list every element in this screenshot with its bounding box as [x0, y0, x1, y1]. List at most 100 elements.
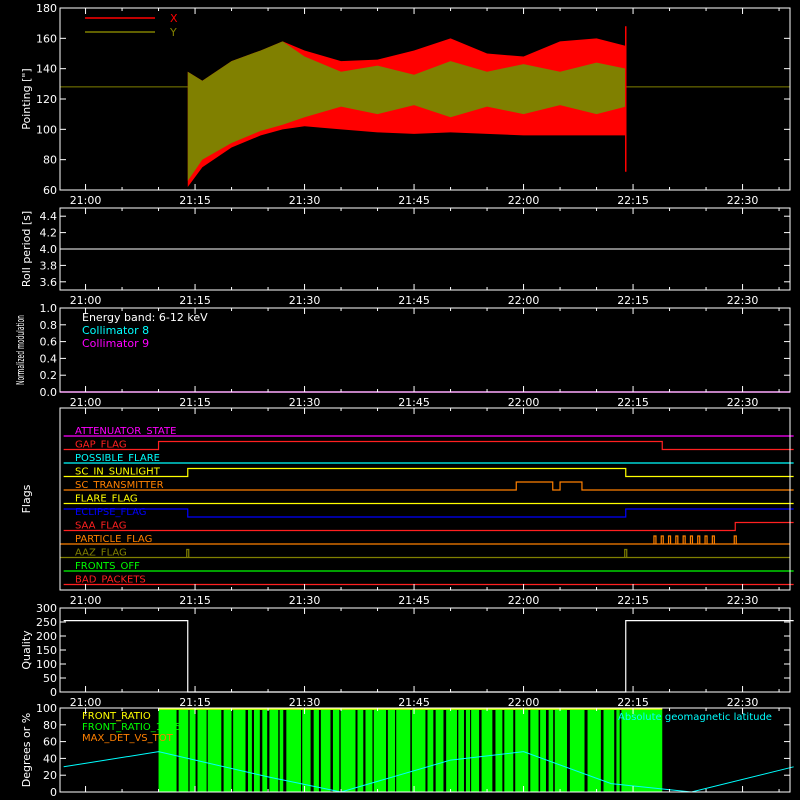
front-ratio-gap: [386, 710, 388, 792]
front-ratio-gap: [267, 710, 270, 792]
x-tick-label: 22:30: [727, 594, 759, 607]
x-tick-label: 21:30: [289, 294, 321, 307]
x-tick-label: 22:15: [617, 194, 649, 207]
y-tick-label: 100: [36, 658, 57, 671]
x-tick-label: 21:00: [70, 294, 102, 307]
x-tick-label: 22:00: [508, 696, 540, 709]
y-tick-label: 150: [36, 644, 57, 657]
x-tick-label: 21:30: [289, 396, 321, 409]
front-ratio-gap: [188, 710, 190, 792]
legend-label-x: X: [170, 12, 178, 25]
y-tick-label: 100: [36, 702, 57, 715]
y-tick-label: 0.6: [40, 336, 58, 349]
front-ratio-gap: [372, 710, 374, 792]
front-ratio-gap: [470, 710, 472, 792]
y-tick-label: 140: [36, 63, 57, 76]
front-ratio-gap: [330, 710, 333, 792]
x-tick-label: 21:45: [398, 294, 430, 307]
front-ratio-gap: [318, 710, 321, 792]
front-ratio-gap: [310, 710, 314, 792]
front-ratio-gap: [221, 710, 224, 792]
front-ratio-gap: [513, 710, 516, 792]
x-tick-label: 21:45: [398, 396, 430, 409]
front-ratio-gap: [528, 710, 531, 792]
y-tick-label: 0.0: [40, 386, 58, 399]
front-ratio-gap: [502, 710, 505, 792]
front-ratio-gap: [614, 710, 617, 792]
x-tick-label: 22:30: [727, 194, 759, 207]
front-ratio-gap: [339, 710, 341, 792]
y-tick-label: 3.6: [40, 276, 58, 289]
x-tick-label: 21:15: [179, 696, 211, 709]
flag-label-possible-flare: POSSIBLE_FLARE: [75, 453, 160, 464]
front-ratio-gap: [566, 710, 570, 792]
front-ratio-gap: [410, 710, 412, 792]
y-tick-label: 250: [36, 616, 57, 629]
y-tick-label: 4.0: [40, 243, 58, 256]
y-axis-label: Normalized modulation: [14, 315, 27, 385]
x-tick-label: 21:00: [70, 194, 102, 207]
y-tick-label: 0: [50, 686, 57, 699]
y-tick-label: 180: [36, 2, 57, 15]
front-ratio-gap: [425, 710, 428, 792]
front-ratio-gap: [259, 710, 263, 792]
y-tick-label: 200: [36, 630, 57, 643]
x-tick-label: 22:00: [508, 294, 540, 307]
y-tick-label: 1.0: [40, 302, 58, 315]
y-tick-label: 40: [43, 752, 57, 765]
latitude-annotation: Absolute geomagnetic latitude: [618, 712, 772, 723]
x-tick-label: 21:15: [179, 194, 211, 207]
y-tick-label: 60: [43, 184, 57, 197]
modulation-annotation: Collimator 9: [82, 337, 149, 350]
front-ratio-gap: [538, 710, 541, 792]
y-tick-label: 0: [50, 786, 57, 799]
x-tick-label: 21:00: [70, 696, 102, 709]
x-tick-label: 21:45: [398, 696, 430, 709]
y-axis-label: Pointing ["]: [20, 68, 33, 129]
front-ratio-gap: [251, 710, 255, 792]
front-ratio-gap: [231, 710, 234, 792]
x-tick-label: 21:45: [398, 194, 430, 207]
y-axis-label: Quality: [20, 630, 33, 670]
x-tick-label: 21:15: [179, 396, 211, 409]
modulation-annotation: Collimator 8: [82, 324, 149, 337]
x-tick-label: 21:15: [179, 294, 211, 307]
x-tick-label: 22:00: [508, 594, 540, 607]
front-ratio-gap: [463, 710, 466, 792]
ephemeris-plot-stack: 60 80 100 120 140 160 180 XY 21:00 21:15 21:30 21:4…: [0, 0, 800, 800]
x-tick-label: 21:15: [179, 594, 211, 607]
x-tick-label: 22:15: [617, 594, 649, 607]
front-ratio-gap: [355, 710, 358, 792]
y-axis-label: Degrees or %: [20, 713, 33, 787]
legend-label-y: Y: [169, 26, 177, 39]
front-ratio-gap: [545, 710, 549, 792]
front-ratio-gap: [395, 710, 397, 792]
x-tick-label: 21:00: [70, 594, 102, 607]
y-tick-label: 300: [36, 602, 57, 615]
flag-label-particle-flag: PARTICLE_FLAG: [75, 534, 152, 545]
flag-label-sc-in-sunlight: SC_IN_SUNLIGHT: [75, 467, 161, 478]
x-tick-label: 22:30: [727, 294, 759, 307]
x-tick-label: 21:30: [289, 696, 321, 709]
flag-label-sc-transmitter: SC_TRANSMITTER: [75, 480, 164, 491]
front-ratio-gap: [195, 710, 198, 792]
front-ratio-gap: [363, 710, 366, 792]
front-ratio-gap: [553, 710, 555, 792]
front-ratio-gap: [443, 710, 447, 792]
x-tick-label: 22:15: [617, 696, 649, 709]
legend-label: FRONT_RATIO_1225: [82, 722, 181, 733]
x-tick-label: 21:45: [398, 594, 430, 607]
legend-label: FRONT_RATIO: [82, 711, 151, 722]
y-tick-label: 50: [43, 672, 57, 685]
y-axis-label: Roll period [s]: [20, 211, 33, 287]
y-tick-label: 60: [43, 736, 57, 749]
front-ratio-gap: [300, 710, 303, 792]
front-ratio-gap: [206, 710, 208, 792]
y-tick-label: 3.8: [40, 259, 58, 272]
flag-label-bad-packets: BAD_PACKETS: [75, 575, 146, 586]
x-tick-label: 21:30: [289, 194, 321, 207]
y-tick-label: 160: [36, 32, 57, 45]
front-ratio-gap: [245, 710, 248, 792]
y-tick-label: 20: [43, 769, 57, 782]
front-ratio-gap: [584, 710, 588, 792]
